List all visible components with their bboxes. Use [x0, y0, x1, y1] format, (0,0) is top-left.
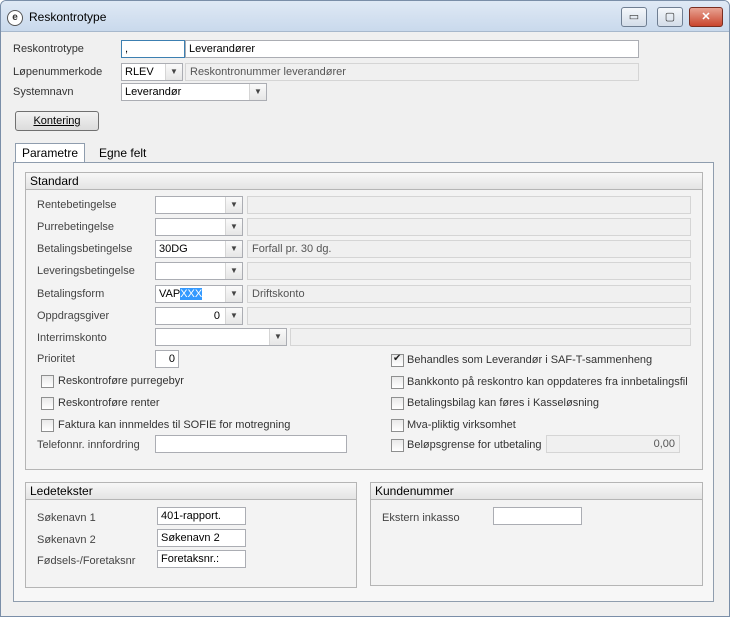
betalingsform-description: Driftskonto — [247, 285, 691, 303]
bankkonto-checkbox[interactable] — [391, 376, 404, 389]
chevron-down-icon[interactable]: ▼ — [249, 84, 266, 100]
ekstern-inkasso-input[interactable] — [493, 507, 582, 525]
rentebetingelse-combo[interactable]: ▼ — [155, 196, 243, 214]
kontering-button-label: Kontering — [33, 115, 81, 127]
telefonnr-input[interactable] — [155, 435, 347, 453]
betalingsbilag-label: Betalingsbilag kan føres i Kasseløsning — [407, 397, 599, 409]
lopenummerkode-description: Reskontronummer leverandører — [185, 63, 639, 81]
fodsels-foretaksnr-input[interactable]: Foretaksnr.: — [157, 550, 246, 568]
reskontrofore-renter-checkbox[interactable] — [41, 397, 54, 410]
betalingsbetingelse-label: Betalingsbetingelse — [37, 243, 133, 255]
belopsgrense-label: Beløpsgrense for utbetaling — [407, 439, 542, 451]
app-icon: e — [7, 10, 23, 26]
faktura-sofie-label: Faktura kan innmeldes til SOFIE for motr… — [58, 419, 291, 431]
chevron-down-icon[interactable]: ▼ — [225, 219, 242, 235]
betalingsform-selected-text: XXX — [180, 288, 203, 300]
window-title: Reskontrotype — [29, 10, 107, 24]
interrimskonto-description — [290, 328, 691, 346]
rentebetingelse-label: Rentebetingelse — [37, 199, 117, 211]
close-button[interactable]: ✕ — [689, 7, 723, 27]
mva-pliktig-checkbox[interactable] — [391, 419, 404, 432]
betalingsbetingelse-description: Forfall pr. 30 dg. — [247, 240, 691, 258]
systemnavn-value: Leverandør — [125, 86, 182, 98]
chevron-down-icon[interactable]: ▼ — [165, 64, 182, 80]
tab-egne-felt[interactable]: Egne felt — [93, 144, 152, 162]
sokenavn2-label: Søkenavn 2 — [37, 534, 96, 546]
reskontrotype-name-input[interactable]: Leverandører — [185, 40, 639, 58]
leveringsbetingelse-label: Leveringsbetingelse — [37, 265, 135, 277]
saf-t-checkbox[interactable] — [391, 353, 404, 367]
rentebetingelse-description — [247, 196, 691, 214]
saf-t-label: Behandles som Leverandør i SAF-T-sammenh… — [407, 354, 653, 366]
chevron-down-icon[interactable]: ▼ — [225, 197, 242, 213]
systemnavn-label: Systemnavn — [13, 86, 74, 98]
sokenavn2-input[interactable]: Søkenavn 2 — [157, 529, 246, 547]
betalingsform-value: VAPXXX — [159, 286, 203, 302]
fodsels-foretaksnr-label: Fødsels-/Foretaksnr — [37, 555, 136, 567]
betalingsform-combo[interactable]: VAPXXX ▼ — [155, 285, 243, 303]
oppdragsgiver-label: Oppdragsgiver — [37, 310, 110, 322]
interrimskonto-combo[interactable]: ▼ — [155, 328, 287, 346]
reskontrofore-purregebyr-checkbox[interactable] — [41, 375, 54, 388]
lopenummerkode-combo[interactable]: RLEV ▼ — [121, 63, 183, 81]
chevron-down-icon[interactable]: ▼ — [225, 308, 242, 324]
chevron-down-icon[interactable]: ▼ — [225, 263, 242, 279]
betalingsbilag-checkbox[interactable] — [391, 397, 404, 410]
purrebetingelse-label: Purrebetingelse — [37, 221, 115, 233]
mva-pliktig-label: Mva-pliktig virksomhet — [407, 419, 516, 431]
lopenummerkode-value: RLEV — [125, 66, 154, 78]
oppdragsgiver-description — [247, 307, 691, 325]
purrebetingelse-description — [247, 218, 691, 236]
chevron-down-icon[interactable]: ▼ — [225, 286, 242, 302]
belopsgrense-checkbox[interactable] — [391, 439, 404, 452]
leveringsbetingelse-description — [247, 262, 691, 280]
title-bar[interactable]: e Reskontrotype ▭ ▢ ✕ — [1, 1, 729, 32]
faktura-sofie-checkbox[interactable] — [41, 419, 54, 432]
sokenavn1-label: Søkenavn 1 — [37, 512, 96, 524]
betalingsform-value-text: VAP — [159, 288, 181, 300]
interrimskonto-label: Interrimskonto — [37, 332, 107, 344]
belopsgrense-value: 0,00 — [546, 435, 680, 453]
kontering-button[interactable]: Kontering — [15, 111, 99, 131]
minimize-button[interactable]: ▭ — [621, 7, 647, 27]
reskontrofore-purregebyr-label: Reskontroføre purregebyr — [58, 375, 184, 387]
prioritet-input[interactable]: 0 — [155, 350, 179, 368]
standard-group-title: Standard — [26, 173, 702, 190]
betalingsbetingelse-value: 30DG — [159, 243, 188, 255]
lopenummerkode-label: Løpenummerkode — [13, 66, 103, 78]
betalingsform-label: Betalingsform — [37, 288, 105, 300]
betalingsbetingelse-combo[interactable]: 30DG ▼ — [155, 240, 243, 258]
kundenummer-group: Kundenummer — [370, 482, 703, 586]
telefonnr-label: Telefonnr. innfordring — [37, 439, 140, 451]
ledetekster-group-title: Ledetekster — [26, 483, 356, 500]
maximize-button[interactable]: ▢ — [657, 7, 683, 27]
bankkonto-label: Bankkonto på reskontro kan oppdateres fr… — [407, 376, 688, 388]
oppdragsgiver-value: 0 — [213, 310, 220, 322]
purrebetingelse-combo[interactable]: ▼ — [155, 218, 243, 236]
tab-parametre[interactable]: Parametre — [15, 143, 86, 162]
sokenavn1-input[interactable]: 401-rapport. — [157, 507, 246, 525]
ekstern-inkasso-label: Ekstern inkasso — [382, 512, 460, 524]
chevron-down-icon[interactable]: ▼ — [225, 241, 242, 257]
prioritet-label: Prioritet — [37, 353, 75, 365]
kundenummer-group-title: Kundenummer — [371, 483, 702, 500]
chevron-down-icon[interactable]: ▼ — [269, 329, 286, 345]
reskontrotype-window: e Reskontrotype ▭ ▢ ✕ Reskontrotype , Le… — [0, 0, 730, 617]
reskontrotype-code-input[interactable]: , — [121, 40, 185, 58]
reskontrofore-renter-label: Reskontroføre renter — [58, 397, 160, 409]
oppdragsgiver-combo[interactable]: 0 ▼ — [155, 307, 243, 325]
reskontrotype-label: Reskontrotype — [13, 43, 84, 55]
leveringsbetingelse-combo[interactable]: ▼ — [155, 262, 243, 280]
systemnavn-combo[interactable]: Leverandør ▼ — [121, 83, 267, 101]
